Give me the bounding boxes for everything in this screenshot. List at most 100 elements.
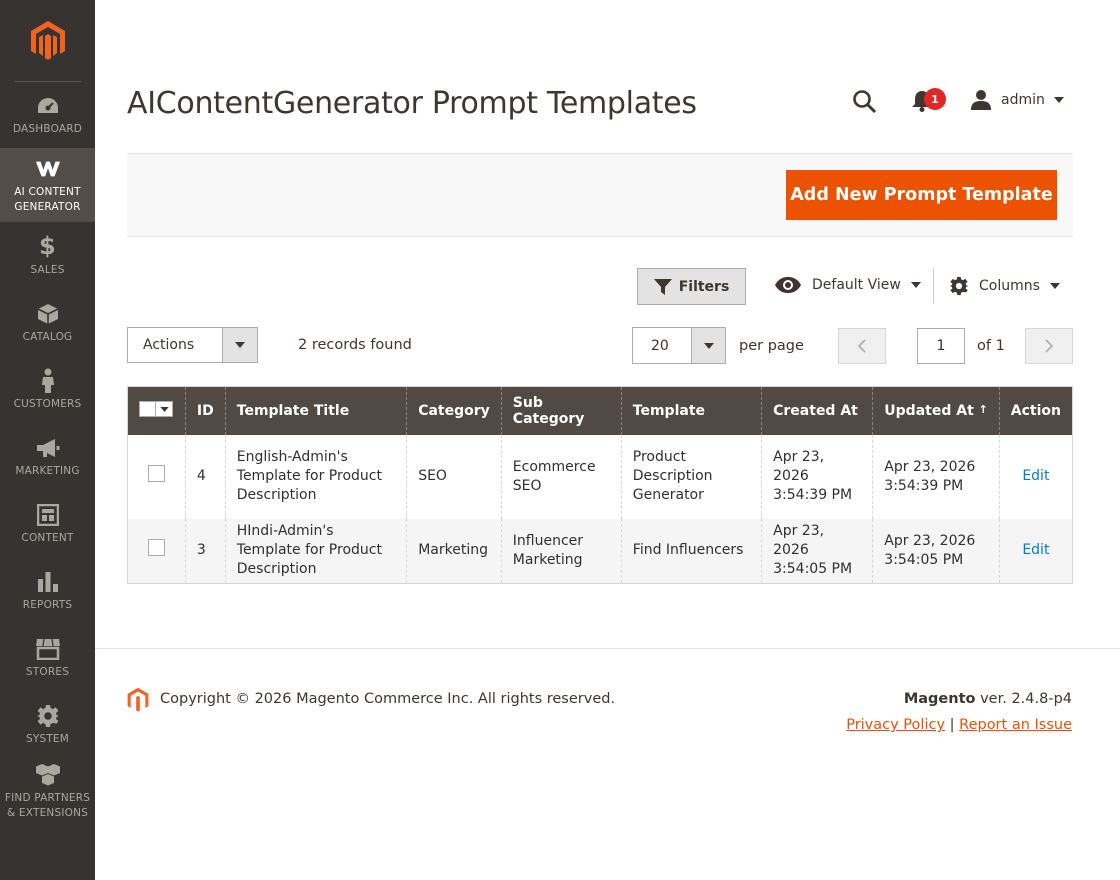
chevron-down-icon: [691, 328, 725, 363]
footer-links: Privacy Policy | Report an Issue: [846, 717, 1072, 733]
sidebar-item-catalog[interactable]: CATALOG: [0, 289, 95, 356]
person-icon: [35, 368, 61, 394]
updated-at-label: Updated At: [884, 402, 974, 419]
cell-action: Edit: [998, 518, 1074, 584]
sidebar-item-label: CUSTOMERS: [13, 397, 82, 410]
column-header-action: Action: [998, 386, 1074, 435]
per-page-value: 20: [651, 337, 669, 354]
cell-id: 3: [184, 518, 226, 584]
cell-template-title: HIndi-Admin's Template for Product Descr…: [224, 518, 408, 584]
filters-label: Filters: [678, 278, 730, 295]
cell-id: 4: [184, 434, 226, 519]
column-header-id[interactable]: ID: [184, 386, 226, 435]
copyright-text: Copyright © 2026 Magento Commerce Inc. A…: [160, 691, 616, 707]
total-pages-label: of 1: [977, 338, 1005, 354]
edit-link[interactable]: Edit: [1022, 542, 1049, 558]
store-icon: [35, 636, 61, 662]
next-page-button[interactable]: [1025, 328, 1073, 364]
sidebar-item-label: SALES: [30, 263, 65, 276]
footer-separator: |: [945, 717, 960, 733]
column-header-template-title[interactable]: Template Title: [224, 386, 408, 435]
sidebar-item-label: CATALOG: [22, 330, 73, 343]
sidebar-item-label: STORES: [25, 665, 70, 678]
dashboard-icon: [35, 93, 61, 119]
row-checkbox[interactable]: [147, 465, 165, 483]
ai-content-icon: [35, 156, 61, 182]
mass-actions-label: Actions: [143, 337, 195, 353]
sidebar-item-label: AI CONTENT GENERATOR: [14, 185, 81, 213]
cell-category: SEO: [406, 434, 502, 519]
previous-page-button[interactable]: [838, 328, 886, 364]
row-checkbox[interactable]: [147, 539, 165, 557]
row-select-cell: [127, 518, 186, 584]
edit-link[interactable]: Edit: [1022, 468, 1049, 484]
admin-user-menu[interactable]: admin: [970, 89, 1064, 111]
row-select-cell: [127, 434, 186, 519]
cell-created-at: Apr 23, 2026 3:54:05 PM: [761, 518, 874, 584]
page-title: AIContentGenerator Prompt Templates: [127, 86, 697, 121]
column-header-sub-category[interactable]: Sub Category: [500, 386, 622, 435]
sidebar-item-system[interactable]: SYSTEM: [0, 691, 95, 758]
user-icon: [971, 90, 991, 110]
cell-updated-at: Apr 23, 2026 3:54:05 PM: [872, 518, 1000, 584]
chevron-down-icon: [910, 282, 921, 288]
select-all-checkbox[interactable]: [140, 402, 155, 417]
cell-template: Find Influencers: [620, 518, 763, 584]
filters-button[interactable]: Filters: [637, 268, 746, 305]
sidebar-item-dashboard[interactable]: DASHBOARD: [0, 82, 95, 148]
admin-username: admin: [1001, 92, 1045, 108]
cell-updated-at: Apr 23, 2026 3:54:39 PM: [872, 434, 1000, 519]
sidebar-item-customers[interactable]: CUSTOMERS: [0, 356, 95, 423]
sidebar-item-sales[interactable]: $ SALES: [0, 222, 95, 289]
default-view-dropdown[interactable]: Default View: [774, 276, 921, 294]
current-page-input[interactable]: 1: [917, 328, 965, 364]
column-header-updated-at[interactable]: Updated At ↑: [872, 386, 1000, 435]
cell-template-title: English-Admin's Template for Product Des…: [224, 434, 408, 519]
toolbar-divider: [933, 268, 934, 303]
global-search-button[interactable]: [852, 89, 878, 115]
sidebar-item-find-partners[interactable]: FIND PARTNERS & EXTENSIONS: [0, 758, 95, 825]
per-page-select[interactable]: 20: [632, 327, 726, 364]
sidebar-item-label: DASHBOARD: [12, 123, 83, 136]
mass-select-control[interactable]: [139, 401, 173, 418]
report-issue-link[interactable]: Report an Issue: [959, 717, 1072, 733]
chevron-down-icon: [222, 328, 257, 362]
add-new-prompt-template-button[interactable]: Add New Prompt Template: [786, 170, 1057, 220]
page-actions-bar: Add New Prompt Template: [127, 153, 1073, 237]
sidebar-item-reports[interactable]: REPORTS: [0, 557, 95, 624]
search-icon: [853, 90, 877, 114]
columns-label: Columns: [979, 278, 1040, 294]
table-row[interactable]: 4 English-Admin's Template for Product D…: [127, 434, 1074, 519]
records-found-count: 2 records found: [298, 337, 412, 353]
columns-dropdown[interactable]: Columns: [949, 276, 1060, 296]
per-page-label: per page: [739, 338, 804, 354]
chevron-down-icon: [1049, 283, 1060, 289]
chevron-down-icon: [155, 402, 172, 417]
magento-logo-icon: [30, 20, 65, 60]
sidebar-item-label: CONTENT: [21, 531, 74, 544]
cell-category: Marketing: [406, 518, 502, 584]
bar-chart-icon: [35, 569, 61, 595]
column-header-category[interactable]: Category: [406, 386, 502, 435]
cell-created-at: Apr 23, 2026 3:54:39 PM: [761, 434, 874, 519]
sidebar-item-marketing[interactable]: MARKETING: [0, 423, 95, 490]
cell-template: Product Description Generator: [620, 434, 763, 519]
footer-magento-logo-icon: [127, 687, 149, 717]
version-text: ver. 2.4.8-p4: [975, 691, 1072, 707]
sidebar-item-stores[interactable]: STORES: [0, 624, 95, 691]
extensions-icon: [35, 762, 61, 788]
megaphone-icon: [35, 435, 61, 461]
mass-actions-dropdown[interactable]: Actions: [127, 327, 258, 363]
table-row[interactable]: 3 HIndi-Admin's Template for Product Des…: [127, 518, 1074, 584]
magento-logo[interactable]: [14, 0, 81, 82]
notification-count-badge: 1: [924, 88, 946, 110]
admin-sidebar: DASHBOARD AI CONTENT GENERATOR $ SALES C…: [0, 0, 95, 880]
privacy-policy-link[interactable]: Privacy Policy: [846, 717, 945, 733]
column-header-created-at[interactable]: Created At: [761, 386, 874, 435]
sidebar-item-ai-content-generator[interactable]: AI CONTENT GENERATOR: [0, 148, 95, 222]
sidebar-item-content[interactable]: CONTENT: [0, 490, 95, 557]
cell-sub-category: Ecommerce SEO: [500, 434, 622, 519]
sidebar-item-label: FIND PARTNERS & EXTENSIONS: [4, 792, 91, 819]
column-header-template[interactable]: Template: [620, 386, 763, 435]
mass-select-header[interactable]: [127, 386, 186, 435]
